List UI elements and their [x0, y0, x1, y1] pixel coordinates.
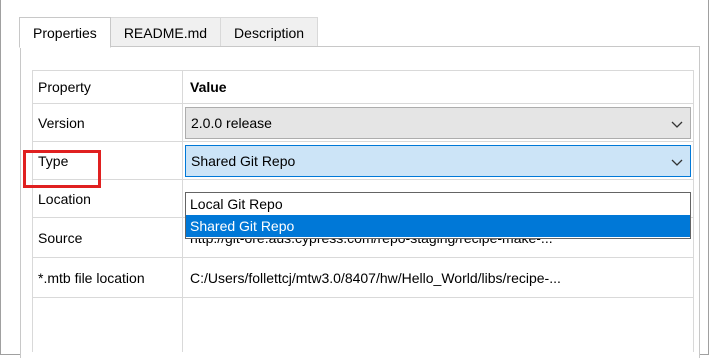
property-column-header: Property [38, 79, 91, 95]
mtb-location-value[interactable]: C:/Users/follettcj/mtw3.0/8407/hw/Hello_… [190, 258, 561, 298]
dropdown-option-shared-git-repo[interactable]: Shared Git Repo [186, 215, 690, 237]
version-combobox[interactable]: 2.0.0 release [185, 107, 691, 139]
tab-description[interactable]: Description [220, 17, 319, 47]
tab-bar: Properties README.md Description [19, 17, 319, 48]
type-dropdown-list: Local Git Repo Shared Git Repo [185, 192, 691, 239]
chevron-down-icon [671, 159, 683, 166]
chevron-down-icon [671, 121, 683, 128]
type-highlight-box [23, 150, 101, 188]
type-combobox-value: Shared Git Repo [191, 153, 296, 169]
grid-header-row: Property Value [32, 70, 694, 104]
tab-properties[interactable]: Properties [19, 17, 111, 48]
tab-readme[interactable]: README.md [109, 17, 222, 47]
value-column-header: Value [190, 79, 227, 95]
grid-row-type: Type Shared Git Repo [32, 142, 694, 180]
mtb-location-label: *.mtb file location [38, 270, 145, 286]
grid-row-mtb-location: *.mtb file location C:/Users/follettcj/m… [32, 258, 694, 298]
dropdown-option-local-git-repo[interactable]: Local Git Repo [186, 193, 690, 215]
type-combobox[interactable]: Shared Git Repo [185, 145, 691, 177]
source-label: Source [38, 230, 83, 246]
grid-row-version: Version 2.0.0 release [32, 104, 694, 142]
version-combobox-value: 2.0.0 release [191, 115, 272, 131]
version-label: Version [38, 115, 85, 131]
